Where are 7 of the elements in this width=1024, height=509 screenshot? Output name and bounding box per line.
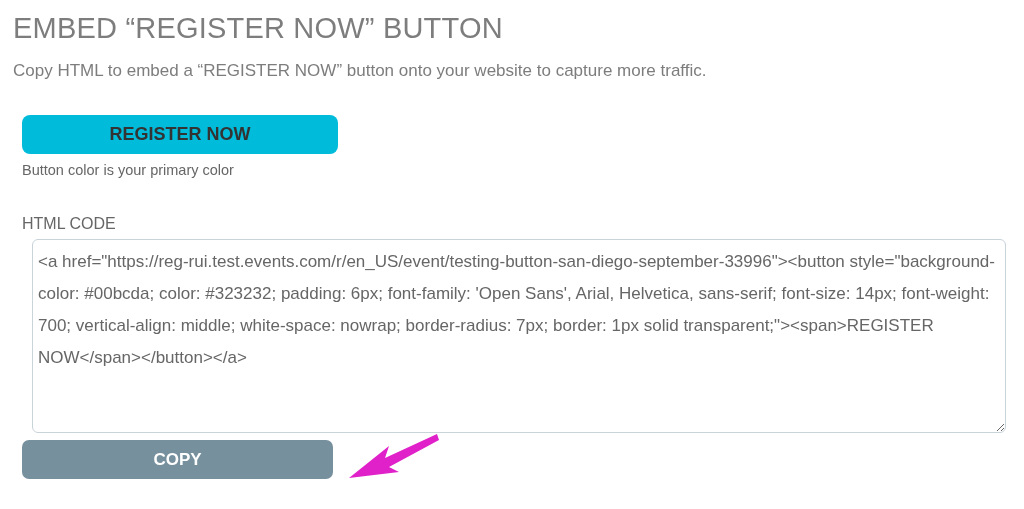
register-now-button[interactable]: REGISTER NOW (22, 115, 338, 154)
html-code-field[interactable]: <a href="https://reg-rui.test.events.com/r/en_US/event/testing-button-san-diego-september-33996"><button style="background-color: #00bcda; color: #323232; padding: 6px; font-family: 'Open Sans', Arial, Helvetica, sans-serif; font-size: 14px; font-weight: 700; vertical-align: middle; white-space: nowrap; border-radius: 7px; border: 1px solid transparent;"><span>REGISTER NOW</span></button></a> (32, 239, 1006, 433)
description-text: Copy HTML to embed a “REGISTER NOW” button onto your website to capture more traffic. (13, 61, 707, 81)
html-code-label: HTML CODE (22, 215, 116, 233)
button-color-caption: Button color is your primary color (22, 162, 234, 178)
copy-button[interactable]: COPY (22, 440, 333, 479)
page-title: EMBED “REGISTER NOW” BUTTON (13, 12, 503, 45)
